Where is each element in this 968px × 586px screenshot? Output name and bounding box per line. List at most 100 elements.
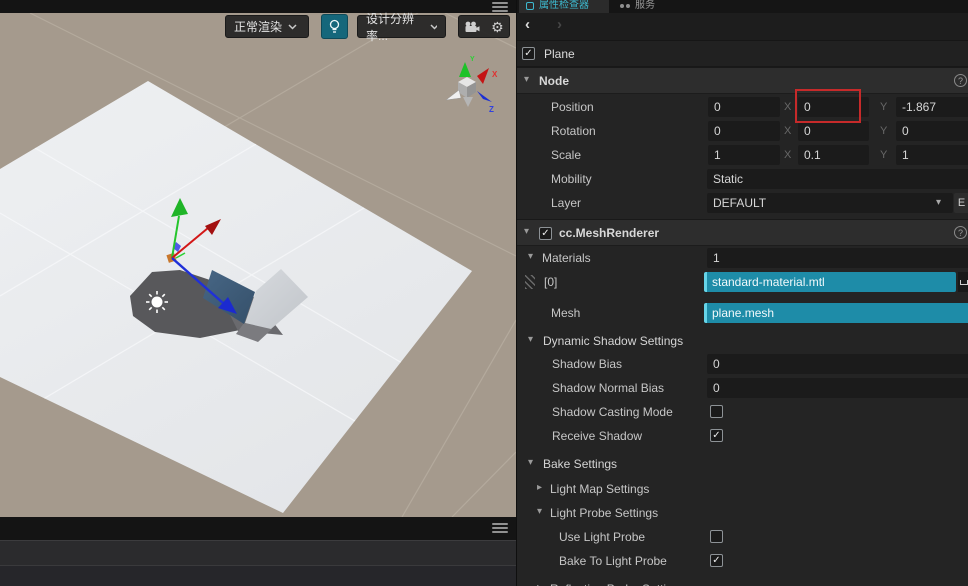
render-mode-label: 正常渲染 — [234, 20, 283, 34]
axis-z-label: Z — [489, 105, 494, 114]
mesh-renderer-checkbox[interactable]: ✓ — [539, 227, 552, 240]
node-name: Plane — [544, 47, 575, 61]
axis-y-label: Y — [470, 56, 475, 63]
editor-window: Y X Z 正常渲染 设计分辨率... ⚙ 属性检查器 服务 ‹ › ✓ Pla… — [0, 0, 968, 586]
node-section-header[interactable]: ▾ Node ? — [517, 67, 968, 94]
chevron-down-icon[interactable]: ▾ — [524, 226, 529, 237]
help-icon[interactable]: ? — [954, 226, 967, 239]
shadow-bias-row: Shadow Bias 0 — [517, 352, 968, 376]
chevron-right-icon[interactable]: ▸ — [537, 482, 542, 493]
mobility-select[interactable]: Static — [707, 169, 968, 189]
resolution-dropdown[interactable]: 设计分辨率... — [357, 12, 446, 43]
gear-icon[interactable]: ⚙ — [491, 20, 504, 34]
tab-inspector-label: 属性检查器 — [539, 0, 589, 11]
viewport-top-bar — [0, 0, 516, 13]
layer-edit-button[interactable]: E — [954, 193, 968, 213]
shadow-normal-bias-label: Shadow Normal Bias — [552, 381, 665, 395]
material-0-label: [0] — [544, 275, 558, 289]
chevron-down-icon[interactable]: ▾ — [524, 74, 529, 85]
bake-settings-title: Bake Settings — [543, 457, 618, 471]
light-probe-settings-row[interactable]: ▾ Light Probe Settings — [517, 501, 968, 525]
receive-shadow-label: Receive Shadow — [552, 429, 643, 443]
tab-inspector[interactable]: 属性检查器 — [519, 0, 609, 13]
mobility-label: Mobility — [551, 172, 592, 186]
mesh-label: Mesh — [551, 306, 581, 320]
drag-handle-icon[interactable] — [525, 275, 535, 289]
sun-light-icon[interactable] — [146, 291, 168, 313]
bake-settings-header[interactable]: ▾ Bake Settings — [517, 452, 968, 476]
back-button[interactable]: ‹ — [525, 16, 530, 33]
materials-count-field[interactable]: 1 — [707, 248, 968, 268]
shadow-casting-mode-label: Shadow Casting Mode — [552, 405, 673, 419]
shadow-normal-bias-field[interactable]: 0 — [707, 378, 968, 398]
tab-service[interactable]: 服务 — [613, 0, 681, 13]
layer-label: Layer — [551, 196, 582, 210]
viewport-menu-icon[interactable] — [492, 2, 508, 12]
chevron-right-icon[interactable]: ▸ — [537, 582, 542, 586]
mesh-asset-field[interactable]: plane.mesh — [704, 303, 968, 323]
help-icon[interactable]: ? — [954, 74, 967, 87]
bottom-panel-menu-icon[interactable] — [492, 523, 508, 533]
layer-row: Layer DEFAULT ▾ E — [517, 191, 968, 215]
chevron-down-icon — [430, 23, 437, 30]
chevron-down-icon — [288, 23, 297, 30]
scale-y-field[interactable]: 0.1 — [798, 145, 869, 165]
chevron-down-icon[interactable]: ▾ — [528, 251, 533, 262]
light-map-settings-label: Light Map Settings — [550, 482, 650, 496]
node-name-row: ✓ Plane — [517, 41, 968, 67]
material-0-row: [0] standard-material.mtl — [517, 270, 968, 294]
scene-canvas[interactable]: Y X Z — [0, 13, 516, 517]
scale-z-field[interactable]: 1 — [896, 145, 968, 165]
scene-viewport[interactable]: Y X Z 正常渲染 设计分辨率... ⚙ — [0, 0, 516, 586]
chevron-down-icon[interactable]: ▾ — [936, 197, 941, 208]
forward-button[interactable]: › — [557, 16, 562, 33]
light-map-settings-row[interactable]: ▸ Light Map Settings — [517, 477, 968, 501]
mesh-row: Mesh plane.mesh — [517, 301, 968, 325]
rotation-row: Rotation 0 X 0 Y 0 — [517, 119, 968, 143]
bake-to-light-probe-label: Bake To Light Probe — [559, 554, 667, 568]
scale-x-field[interactable]: 1 — [708, 145, 780, 165]
node-active-checkbox[interactable]: ✓ — [522, 47, 535, 60]
shadow-normal-bias-row: Shadow Normal Bias 0 — [517, 376, 968, 400]
light-probe-settings-label: Light Probe Settings — [550, 506, 659, 520]
chevron-down-icon[interactable]: ▾ — [537, 506, 542, 517]
shadow-casting-mode-row: Shadow Casting Mode — [517, 400, 968, 424]
receive-shadow-row: Receive Shadow ✓ — [517, 424, 968, 448]
position-z-field[interactable]: -1.867 — [896, 97, 968, 117]
camera-icon[interactable] — [464, 21, 480, 33]
bottom-panel-row — [0, 540, 516, 566]
bake-to-light-probe-row: Bake To Light Probe ✓ — [517, 549, 968, 573]
shadow-bias-field[interactable]: 0 — [707, 354, 968, 374]
chevron-down-icon[interactable]: ▾ — [528, 457, 533, 468]
reflection-probe-settings-row[interactable]: ▸ Reflection Probe Settings — [517, 577, 968, 586]
bake-to-light-probe-checkbox[interactable]: ✓ — [710, 554, 723, 567]
scale-label: Scale — [551, 148, 582, 162]
receive-shadow-checkbox[interactable]: ✓ — [710, 429, 723, 442]
rotation-y-field[interactable]: 0 — [798, 121, 869, 141]
position-label: Position — [551, 100, 594, 114]
materials-row: ▾ Materials 1 — [517, 246, 968, 270]
axis-x-label: X — [784, 149, 792, 161]
rotation-x-field[interactable]: 0 — [708, 121, 780, 141]
layer-select[interactable]: DEFAULT — [707, 193, 953, 213]
rotation-label: Rotation — [551, 124, 596, 138]
dynamic-shadow-title: Dynamic Shadow Settings — [543, 334, 684, 348]
panel-tab-bar: 属性检查器 服务 — [517, 0, 968, 13]
scale-row: Scale 1 X 0.1 Y 1 — [517, 143, 968, 167]
highlight-rectangle — [795, 89, 861, 123]
inspector-panel: 属性检查器 服务 ‹ › ✓ Plane ▾ Node ? Position 0… — [516, 0, 968, 586]
inspector-tab-icon — [526, 1, 534, 10]
position-x-field[interactable]: 0 — [708, 97, 780, 117]
asset-locate-icon[interactable] — [958, 272, 968, 292]
material-asset-field[interactable]: standard-material.mtl — [704, 272, 956, 292]
rotation-z-field[interactable]: 0 — [896, 121, 968, 141]
dynamic-shadow-header[interactable]: ▾ Dynamic Shadow Settings — [517, 329, 968, 353]
mesh-renderer-title: cc.MeshRenderer — [559, 226, 660, 240]
shadow-casting-mode-checkbox[interactable] — [710, 405, 723, 418]
light-toggle-button[interactable] — [321, 14, 348, 39]
use-light-probe-checkbox[interactable] — [710, 530, 723, 543]
chevron-down-icon[interactable]: ▾ — [528, 334, 533, 345]
render-mode-dropdown[interactable]: 正常渲染 — [225, 15, 309, 38]
materials-label: Materials — [542, 251, 591, 265]
mesh-renderer-header[interactable]: ▾ ✓ cc.MeshRenderer ? — [517, 219, 968, 246]
